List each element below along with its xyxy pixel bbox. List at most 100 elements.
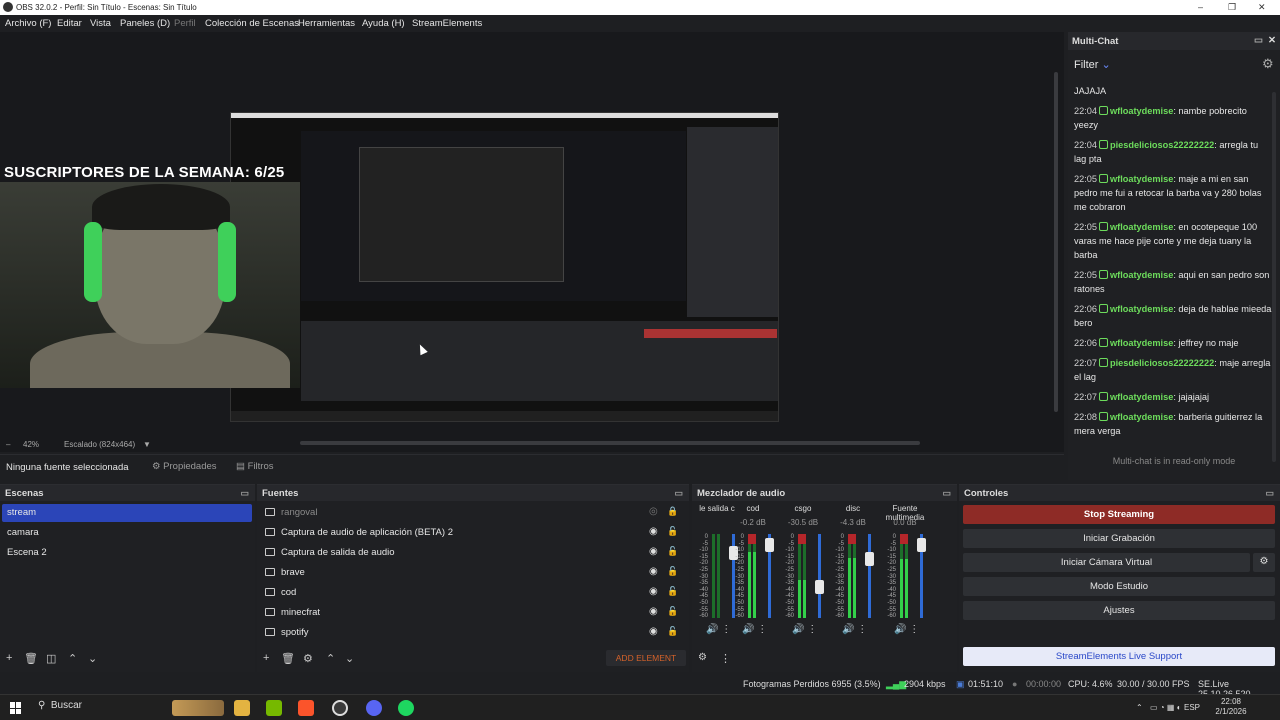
obs-taskbar-icon[interactable] — [332, 700, 348, 716]
volume-fader-knob[interactable] — [917, 538, 926, 552]
chat-username[interactable]: wfloatydemise — [1110, 174, 1173, 184]
eye-icon[interactable]: ◉ — [649, 546, 658, 557]
add-scene-icon[interactable]: + — [6, 652, 12, 664]
menu-ayuda[interactable]: Ayuda (H) — [362, 18, 405, 29]
scene-item-stream[interactable]: stream — [2, 504, 252, 522]
dock-float-icon[interactable]: ▭ — [674, 488, 683, 499]
windows-start-icon[interactable] — [10, 702, 22, 714]
speaker-icon[interactable]: 🔊 ⋮ — [742, 624, 767, 635]
chat-username[interactable]: piesdeliciosos22222222 — [1110, 140, 1214, 150]
move-up-icon[interactable]: ⌃ — [326, 652, 335, 665]
remove-scene-icon[interactable]: 🗑 — [24, 652, 38, 665]
eye-icon[interactable]: ◉ — [649, 526, 658, 537]
start-virtual-camera-button[interactable]: Iniciar Cámara Virtual — [963, 553, 1250, 572]
volume-fader-knob[interactable] — [815, 580, 824, 594]
source-item[interactable]: spotify ◉ 🔓 — [261, 624, 681, 642]
move-down-icon[interactable]: ⌄ — [88, 652, 97, 665]
tray-chevron-icon[interactable]: ⌃ — [1136, 703, 1143, 712]
filters-button[interactable]: ▤ Filtros — [236, 461, 274, 472]
brave-icon[interactable] — [298, 700, 314, 716]
menu-archivo[interactable]: Archivo (F) — [5, 18, 51, 29]
eye-icon[interactable]: ◉ — [649, 626, 658, 637]
scene-item-escena-2[interactable]: Escena 2 — [2, 544, 252, 562]
studio-mode-button[interactable]: Modo Estudio — [963, 577, 1275, 596]
taskbar-search[interactable]: ⚲ Buscar — [38, 700, 82, 711]
menu-streamelements[interactable]: StreamElements — [412, 18, 482, 29]
chat-username[interactable]: wfloatydemise — [1110, 270, 1173, 280]
language-indicator[interactable]: ESP — [1184, 703, 1200, 712]
menu-vista[interactable]: Vista — [90, 18, 111, 29]
speaker-icon[interactable]: 🔊 ⋮ — [894, 624, 919, 635]
settings-button[interactable]: Ajustes — [963, 601, 1275, 620]
chat-username[interactable]: wfloatydemise — [1110, 412, 1173, 422]
scale-dropdown-icon[interactable]: ▼ — [143, 440, 151, 449]
volume-fader-track[interactable] — [868, 534, 871, 618]
source-item[interactable]: cod ◉ 🔓 — [261, 584, 681, 602]
source-item[interactable]: Captura de audio de aplicación (BETA) 2 ◉… — [261, 524, 681, 542]
source-item[interactable]: rangoval ◎ 🔒 — [261, 504, 681, 522]
eye-icon[interactable]: ◉ — [649, 586, 658, 597]
file-explorer-icon[interactable] — [234, 700, 250, 716]
unlock-icon[interactable]: 🔓 — [667, 626, 678, 637]
unlock-icon[interactable]: 🔓 — [667, 606, 678, 617]
speaker-icon[interactable]: 🔊 ⋮ — [842, 624, 867, 635]
volume-fader-knob[interactable] — [865, 552, 874, 566]
scene-item-camara[interactable]: camara — [2, 524, 252, 542]
hidden-eye-icon[interactable]: ◎ — [649, 506, 658, 517]
discord-icon[interactable] — [366, 700, 382, 716]
tray-icons[interactable]: ▭ ◔ ▦ ◐ — [1150, 703, 1181, 712]
unlock-icon[interactable]: 🔓 — [667, 526, 678, 537]
stop-streaming-button[interactable]: Stop Streaming — [963, 505, 1275, 524]
chat-username[interactable]: wfloatydemise — [1110, 338, 1173, 348]
restore-button[interactable]: ❐ — [1228, 2, 1236, 13]
chat-scrollbar[interactable] — [1272, 92, 1276, 462]
nvidia-icon[interactable] — [266, 700, 282, 716]
chat-username[interactable]: wfloatydemise — [1110, 222, 1173, 232]
taskbar-clock[interactable]: 22:08 2/1/2026 — [1206, 697, 1256, 717]
chat-username[interactable]: wfloatydemise — [1110, 304, 1173, 314]
preview-vertical-scrollbar[interactable] — [1054, 72, 1058, 412]
volume-fader-track[interactable] — [818, 534, 821, 618]
close-button[interactable]: ✕ — [1258, 2, 1266, 13]
dock-float-icon[interactable]: ▭ — [1265, 488, 1274, 499]
eye-icon[interactable]: ◉ — [649, 566, 658, 577]
menu-coleccion-escenas[interactable]: Colección de Escenas — [205, 18, 299, 29]
add-source-icon[interactable]: + — [263, 652, 269, 664]
source-settings-icon[interactable]: ⚙ — [303, 652, 313, 665]
minimize-button[interactable]: – — [1198, 2, 1203, 12]
lock-icon[interactable]: 🔒 — [667, 506, 678, 517]
unlock-icon[interactable]: 🔓 — [667, 546, 678, 557]
start-recording-button[interactable]: Iniciar Grabación — [963, 529, 1275, 548]
dock-float-icon[interactable]: ▭ — [240, 488, 249, 499]
preview-canvas[interactable]: SUSCRIPTORES DE LA SEMANA: 6/25 — [0, 32, 1064, 436]
scale-mode[interactable]: Escalado (824x464) — [64, 440, 135, 449]
menu-editar[interactable]: Editar — [57, 18, 82, 29]
close-panel-icon[interactable]: ✕ — [1268, 35, 1276, 46]
mixer-advanced-icon[interactable]: ⚙ — [698, 652, 707, 663]
move-up-icon[interactable]: ⌃ — [68, 652, 77, 665]
float-icon[interactable]: ▭ — [1254, 35, 1263, 46]
mixer-menu-icon[interactable]: ⋮ — [720, 652, 731, 665]
spotify-icon[interactable] — [398, 700, 414, 716]
menu-paneles[interactable]: Paneles (D) — [120, 18, 170, 29]
chat-username[interactable]: wfloatydemise — [1110, 106, 1173, 116]
streamelements-support-button[interactable]: StreamElements Live Support — [963, 647, 1275, 666]
volume-fader-knob[interactable] — [765, 538, 774, 552]
unlock-icon[interactable]: 🔓 — [667, 586, 678, 597]
chat-username[interactable]: piesdeliciosos22222222 — [1110, 358, 1214, 368]
menu-perfil[interactable]: Perfil — [174, 18, 196, 29]
move-down-icon[interactable]: ⌄ — [345, 652, 354, 665]
chat-username[interactable]: wfloatydemise — [1110, 392, 1173, 402]
remove-source-icon[interactable]: 🗑 — [281, 652, 295, 665]
source-item[interactable]: Captura de salida de audio ◉ 🔓 — [261, 544, 681, 562]
source-item[interactable]: brave ◉ 🔓 — [261, 564, 681, 582]
scene-filters-icon[interactable]: ◫ — [46, 652, 56, 665]
virtual-camera-settings-icon[interactable]: ⚙ — [1253, 553, 1275, 572]
preview-horizontal-scrollbar[interactable] — [300, 441, 920, 445]
multichat-filter-dropdown[interactable]: Filter ⌄ — [1074, 58, 1111, 71]
multichat-settings-icon[interactable]: ⚙ — [1262, 56, 1274, 72]
source-item[interactable]: minecfrat ◉ 🔓 — [261, 604, 681, 622]
eye-icon[interactable]: ◉ — [649, 606, 658, 617]
add-element-button[interactable]: ADD ELEMENT — [606, 650, 686, 666]
unlock-icon[interactable]: 🔓 — [667, 566, 678, 577]
